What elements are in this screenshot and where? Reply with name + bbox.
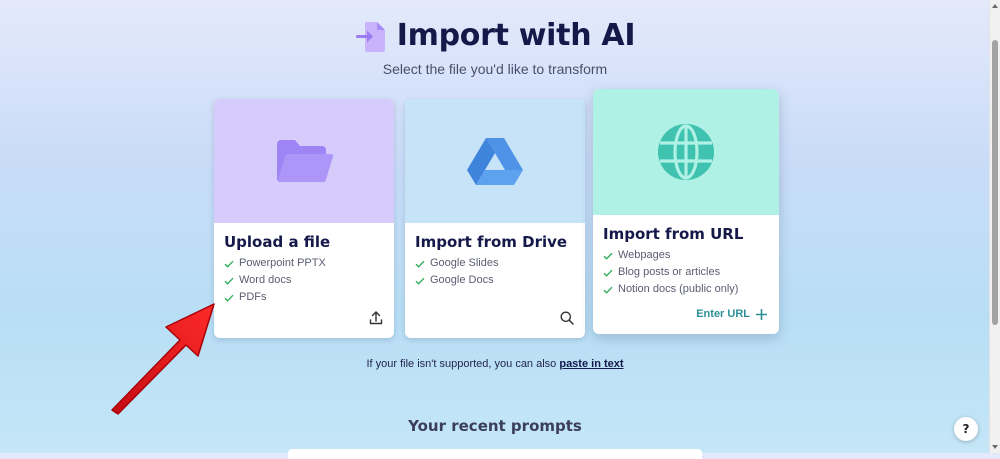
list-item: Webpages bbox=[603, 247, 769, 264]
check-icon bbox=[603, 269, 613, 277]
vertical-scrollbar[interactable] bbox=[989, 0, 1000, 453]
import-drive-card[interactable]: Import from Drive Google Slides Google D… bbox=[405, 99, 585, 338]
drive-card-list: Google Slides Google Docs bbox=[415, 255, 575, 289]
url-card-body: Import from URL Webpages Blog posts or a… bbox=[593, 215, 779, 298]
page-header: Import with AI Select the file you'd lik… bbox=[0, 18, 990, 77]
paste-in-text-link[interactable]: paste in text bbox=[559, 358, 623, 370]
list-item: Word docs bbox=[224, 272, 384, 289]
check-icon bbox=[224, 277, 234, 285]
list-item: Google Slides bbox=[415, 255, 575, 272]
list-item: Google Docs bbox=[415, 272, 575, 289]
list-item-label: Webpages bbox=[618, 249, 671, 261]
red-annotation-arrow-icon bbox=[111, 303, 215, 415]
title-row: Import with AI bbox=[0, 18, 990, 53]
upload-card-title: Upload a file bbox=[224, 233, 331, 251]
check-icon bbox=[603, 286, 613, 294]
search-icon[interactable] bbox=[559, 310, 575, 326]
upload-card-body: Upload a file Powerpoint PPTX Word docs … bbox=[214, 223, 394, 306]
page-subtitle: Select the file you'd like to transform bbox=[382, 61, 608, 77]
list-item: PDFs bbox=[224, 289, 384, 306]
enter-url-label: Enter URL bbox=[696, 308, 750, 320]
drive-card-body: Import from Drive Google Slides Google D… bbox=[405, 223, 585, 289]
folder-icon bbox=[277, 140, 333, 183]
recent-prompts-panel bbox=[288, 449, 702, 459]
check-icon bbox=[224, 294, 234, 302]
help-button[interactable]: ? bbox=[954, 417, 978, 441]
google-drive-icon bbox=[467, 138, 523, 185]
list-item-label: Notion docs (public only) bbox=[618, 283, 739, 295]
url-card-list: Webpages Blog posts or articles Notion d… bbox=[603, 247, 769, 298]
list-item-label: Powerpoint PPTX bbox=[239, 257, 326, 269]
check-icon bbox=[224, 260, 234, 268]
enter-url-button[interactable]: Enter URL bbox=[696, 308, 767, 320]
recent-prompts-heading: Your recent prompts bbox=[408, 417, 582, 435]
list-item-label: PDFs bbox=[239, 291, 267, 303]
drive-card-title: Import from Drive bbox=[415, 233, 568, 251]
check-icon bbox=[415, 277, 425, 285]
scroll-up-icon[interactable] bbox=[992, 4, 998, 8]
list-item-label: Google Slides bbox=[430, 257, 499, 269]
globe-icon bbox=[658, 124, 714, 180]
list-item: Blog posts or articles bbox=[603, 264, 769, 281]
scroll-down-icon[interactable] bbox=[992, 445, 998, 449]
upload-card-list: Powerpoint PPTX Word docs PDFs bbox=[224, 255, 384, 306]
check-icon bbox=[603, 252, 613, 260]
url-card-banner bbox=[593, 89, 779, 215]
list-item: Notion docs (public only) bbox=[603, 281, 769, 298]
check-icon bbox=[415, 260, 425, 268]
scrollbar-thumb[interactable] bbox=[992, 40, 998, 325]
url-card-title: Import from URL bbox=[603, 225, 744, 243]
plus-icon bbox=[756, 308, 767, 320]
list-item: Powerpoint PPTX bbox=[224, 255, 384, 272]
page-title: Import with AI bbox=[396, 18, 636, 53]
upload-card-banner bbox=[214, 99, 394, 223]
list-item-label: Google Docs bbox=[430, 274, 494, 286]
upload-icon[interactable] bbox=[368, 310, 384, 326]
list-item-label: Blog posts or articles bbox=[618, 266, 721, 278]
drive-card-banner bbox=[405, 99, 585, 223]
import-file-icon bbox=[355, 21, 385, 52]
upload-file-card[interactable]: Upload a file Powerpoint PPTX Word docs … bbox=[214, 99, 394, 338]
import-url-card[interactable]: Import from URL Webpages Blog posts or a… bbox=[593, 89, 779, 334]
unsupported-text: If your file isn't supported, you can al… bbox=[366, 358, 560, 370]
list-item-label: Word docs bbox=[239, 274, 292, 286]
